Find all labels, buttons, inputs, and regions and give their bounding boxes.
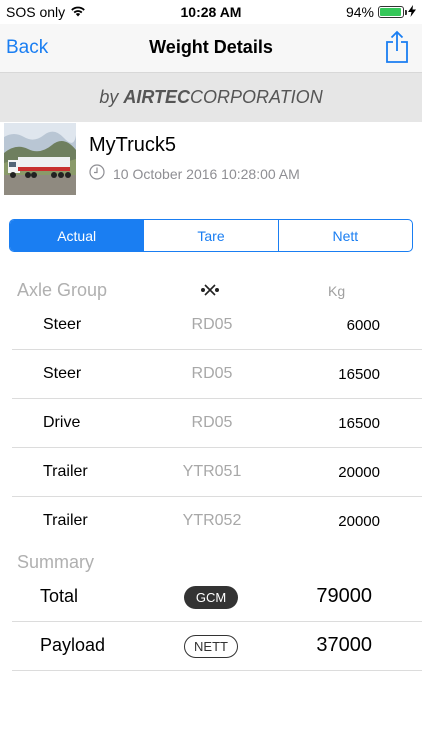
charging-bolt-icon	[408, 4, 416, 20]
battery-fill	[380, 8, 401, 16]
gcm-badge: GCM	[184, 586, 238, 609]
brand-name-rest: CORPORATION	[190, 87, 323, 107]
summary-value: 37000	[316, 634, 372, 656]
segment-nett[interactable]: Nett	[277, 220, 412, 251]
axle-name: Steer	[43, 316, 82, 333]
axle-group-code: RD05	[191, 414, 233, 431]
axle-group-header: Axle Group	[17, 280, 108, 300]
axle-name: Steer	[43, 365, 82, 382]
summary-row-total: Total GCM 79000	[12, 573, 422, 622]
timestamp-text: 10 October 2016 10:28:00 AM	[113, 165, 300, 182]
table-row: Drive RD05 16500	[12, 399, 422, 448]
status-bar: SOS only 10:28 AM 94%	[0, 0, 422, 24]
truck-photo	[4, 123, 76, 195]
table-row: Trailer YTR052 20000	[12, 497, 422, 546]
axle-group-code: RD05	[191, 316, 233, 333]
navigation-bar: Back Weight Details	[0, 24, 422, 72]
summary-label: Payload	[40, 635, 106, 655]
table-row: Trailer YTR051 20000	[12, 448, 422, 497]
brand-name-bold: AIRTEC	[123, 87, 191, 107]
summary-header: Summary	[17, 552, 95, 572]
battery-cap	[405, 10, 407, 15]
page-title: Weight Details	[149, 37, 273, 57]
axle-group-code: YTR052	[182, 512, 242, 529]
status-right: 94%	[346, 4, 416, 20]
truck-name: MyTruck5	[89, 134, 177, 156]
battery-percent: 94%	[345, 4, 374, 20]
axle-weight: 20000	[338, 513, 380, 530]
brand-prefix: by	[99, 87, 124, 107]
brand-logo: by AIRTECCORPORATION	[0, 87, 422, 108]
axle-name: Drive	[43, 414, 81, 431]
table-row: Steer RD05 6000	[12, 301, 422, 350]
kg-column-header: Kg	[328, 283, 346, 299]
brand-banner: by AIRTECCORPORATION	[0, 72, 422, 122]
axle-weight: 16500	[338, 415, 380, 432]
share-icon[interactable]	[384, 30, 410, 64]
battery-icon	[378, 6, 407, 18]
axle-weight: 16500	[338, 366, 380, 383]
axle-weight: 6000	[346, 317, 380, 334]
summary-value: 79000	[316, 585, 372, 607]
axle-group-code: YTR051	[182, 463, 242, 480]
axle-name: Trailer	[43, 512, 88, 529]
axle-group-code: RD05	[191, 365, 233, 382]
axle-icon	[199, 281, 221, 302]
table-row: Steer RD05 16500	[12, 350, 422, 399]
weight-type-segmented-control: Actual Tare Nett	[9, 219, 413, 252]
axle-weight: 20000	[338, 464, 380, 481]
truck-timestamp: 10 October 2016 10:28:00 AM	[89, 164, 300, 183]
segment-actual[interactable]: Actual	[10, 220, 144, 251]
nett-badge: NETT	[184, 635, 238, 658]
axle-name: Trailer	[43, 463, 88, 480]
summary-row-payload: Payload NETT 37000	[12, 622, 422, 671]
summary-label: Total	[40, 586, 79, 606]
segment-tare[interactable]: Tare	[143, 220, 277, 251]
clock-icon	[89, 164, 105, 183]
